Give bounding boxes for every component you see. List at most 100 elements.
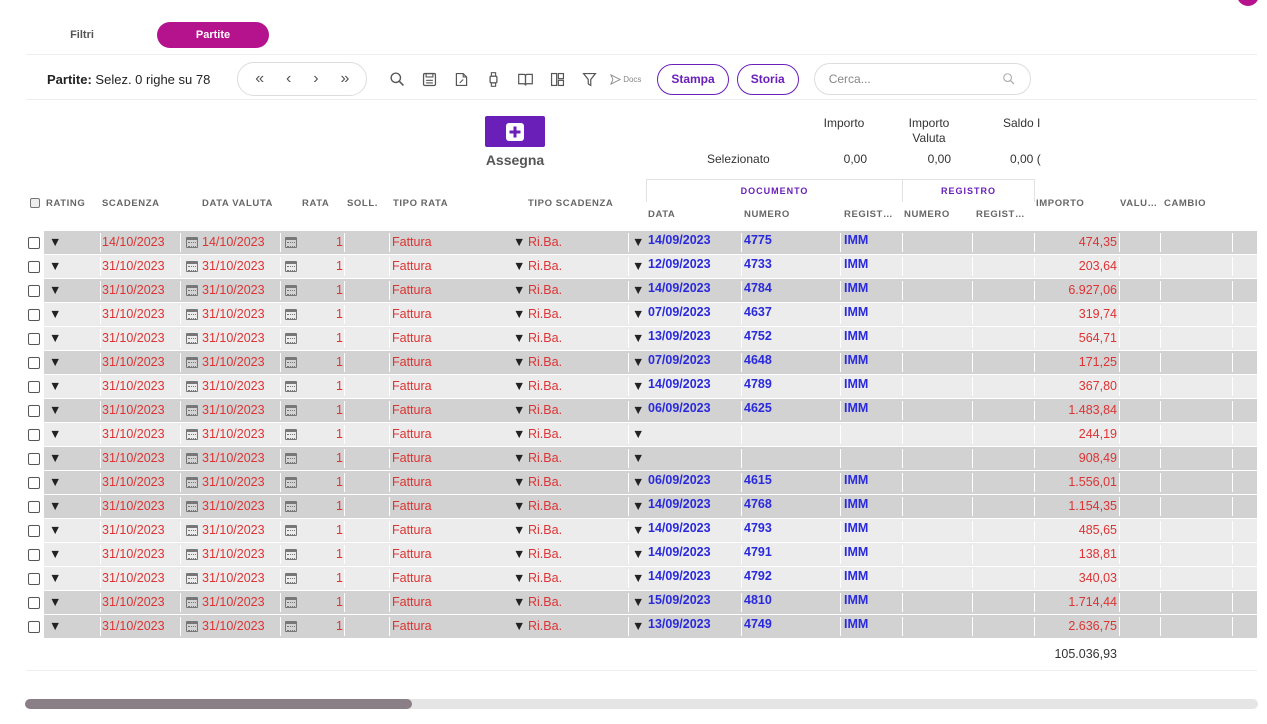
col-data-valuta[interactable]: DATA VALUTA [202,198,273,209]
scadenza-cell[interactable]: 31/10/2023 [102,615,165,638]
tipo-scadenza-dropdown-icon[interactable]: ▼ [632,255,644,278]
calendar-icon[interactable] [285,621,297,632]
col-rating[interactable]: RATING [46,198,85,209]
rata-cell[interactable]: 1 [336,327,343,350]
docs-icon[interactable]: Docs [605,67,645,91]
calendar-icon[interactable] [186,381,198,392]
tipo-scadenza-cell[interactable]: Ri.Ba. [528,351,562,374]
data-valuta-cell[interactable]: 31/10/2023 [202,351,265,374]
data-valuta-cell[interactable]: 31/10/2023 [202,399,265,422]
calendar-icon[interactable] [186,285,198,296]
row-checkbox[interactable] [28,597,40,609]
calendar-icon[interactable] [285,477,297,488]
table-row[interactable]: ▼ 31/10/2023 31/10/2023 1 Fattura ▼ Ri.Ba. ▼ 13/… [26,327,1257,351]
layout-icon[interactable] [541,67,573,91]
row-checkbox[interactable] [28,333,40,345]
col-doc-regist[interactable]: REGIST… [844,209,893,220]
table-row[interactable]: ▼ 31/10/2023 31/10/2023 1 Fattura ▼ Ri.Ba. ▼ 13/… [26,615,1257,639]
rating-dropdown-icon[interactable]: ▼ [49,615,61,638]
tipo-scadenza-dropdown-icon[interactable]: ▼ [632,495,644,518]
scadenza-cell[interactable]: 31/10/2023 [102,423,165,446]
rating-dropdown-icon[interactable]: ▼ [49,591,61,614]
col-soll[interactable]: SOLL. [347,198,378,209]
calendar-icon[interactable] [186,333,198,344]
tipo-rata-cell[interactable]: Fattura [392,447,432,470]
row-checkbox[interactable] [28,477,40,489]
calendar-icon[interactable] [285,261,297,272]
stampa-button[interactable]: Stampa [657,63,729,95]
tipo-scadenza-dropdown-icon[interactable]: ▼ [632,567,644,590]
data-valuta-cell[interactable]: 31/10/2023 [202,255,265,278]
rata-cell[interactable]: 1 [336,303,343,326]
calendar-icon[interactable] [285,501,297,512]
tipo-rata-cell[interactable]: Fattura [392,327,432,350]
tipo-scadenza-dropdown-icon[interactable]: ▼ [632,615,644,638]
scadenza-cell[interactable]: 31/10/2023 [102,447,165,470]
tipo-rata-dropdown-icon[interactable]: ▼ [513,327,525,350]
tipo-rata-cell[interactable]: Fattura [392,495,432,518]
tipo-rata-dropdown-icon[interactable]: ▼ [513,303,525,326]
rating-dropdown-icon[interactable]: ▼ [49,471,61,494]
tipo-rata-cell[interactable]: Fattura [392,471,432,494]
rata-cell[interactable]: 1 [336,567,343,590]
assegna-button[interactable] [485,116,545,147]
table-row[interactable]: ▼ 31/10/2023 31/10/2023 1 Fattura ▼ Ri.Ba. ▼ 14/… [26,375,1257,399]
row-checkbox[interactable] [28,237,40,249]
rating-dropdown-icon[interactable]: ▼ [49,495,61,518]
tipo-scadenza-cell[interactable]: Ri.Ba. [528,279,562,302]
tipo-rata-cell[interactable]: Fattura [392,375,432,398]
tipo-scadenza-cell[interactable]: Ri.Ba. [528,327,562,350]
tipo-scadenza-dropdown-icon[interactable]: ▼ [632,447,644,470]
calendar-icon[interactable] [186,621,198,632]
col-tipo-rata[interactable]: TIPO RATA [393,198,448,209]
calendar-icon[interactable] [285,381,297,392]
tipo-scadenza-dropdown-icon[interactable]: ▼ [632,303,644,326]
rata-cell[interactable]: 1 [336,543,343,566]
calendar-icon[interactable] [285,525,297,536]
tipo-scadenza-dropdown-icon[interactable]: ▼ [632,327,644,350]
col-doc-data[interactable]: DATA [648,209,675,220]
rata-cell[interactable]: 1 [336,399,343,422]
row-checkbox[interactable] [28,501,40,513]
scadenza-cell[interactable]: 31/10/2023 [102,471,165,494]
scadenza-cell[interactable]: 14/10/2023 [102,231,165,254]
calendar-icon[interactable] [186,405,198,416]
data-valuta-cell[interactable]: 31/10/2023 [202,471,265,494]
calendar-icon[interactable] [285,453,297,464]
calendar-icon[interactable] [285,357,297,368]
rating-dropdown-icon[interactable]: ▼ [49,327,61,350]
rata-cell[interactable]: 1 [336,423,343,446]
search-input[interactable] [828,72,1002,86]
calendar-icon[interactable] [186,429,198,440]
tipo-rata-dropdown-icon[interactable]: ▼ [513,591,525,614]
tipo-rata-cell[interactable]: Fattura [392,567,432,590]
tipo-rata-dropdown-icon[interactable]: ▼ [513,615,525,638]
tipo-rata-cell[interactable]: Fattura [392,519,432,542]
col-scadenza[interactable]: SCADENZA [102,198,160,209]
tipo-rata-cell[interactable]: Fattura [392,543,432,566]
rating-dropdown-icon[interactable]: ▼ [49,519,61,542]
calendar-icon[interactable] [186,549,198,560]
tipo-scadenza-dropdown-icon[interactable]: ▼ [632,423,644,446]
col-doc-numero[interactable]: NUMERO [744,209,790,220]
tipo-rata-dropdown-icon[interactable]: ▼ [513,423,525,446]
search-icon[interactable] [381,67,413,91]
scadenza-cell[interactable]: 31/10/2023 [102,279,165,302]
tab-filtri[interactable]: Filtri [26,22,138,48]
calendar-icon[interactable] [186,477,198,488]
tipo-scadenza-dropdown-icon[interactable]: ▼ [632,351,644,374]
rating-dropdown-icon[interactable]: ▼ [49,375,61,398]
tipo-rata-cell[interactable]: Fattura [392,279,432,302]
calendar-icon[interactable] [186,237,198,248]
tipo-rata-cell[interactable]: Fattura [392,303,432,326]
rating-dropdown-icon[interactable]: ▼ [49,567,61,590]
scadenza-cell[interactable]: 31/10/2023 [102,519,165,542]
data-valuta-cell[interactable]: 31/10/2023 [202,543,265,566]
tipo-rata-dropdown-icon[interactable]: ▼ [513,351,525,374]
calendar-icon[interactable] [186,453,198,464]
data-valuta-cell[interactable]: 14/10/2023 [202,231,265,254]
tipo-rata-dropdown-icon[interactable]: ▼ [513,543,525,566]
table-row[interactable]: ▼ 31/10/2023 31/10/2023 1 Fattura ▼ Ri.Ba. ▼ 14/… [26,543,1257,567]
tipo-scadenza-dropdown-icon[interactable]: ▼ [632,591,644,614]
tipo-rata-cell[interactable]: Fattura [392,351,432,374]
